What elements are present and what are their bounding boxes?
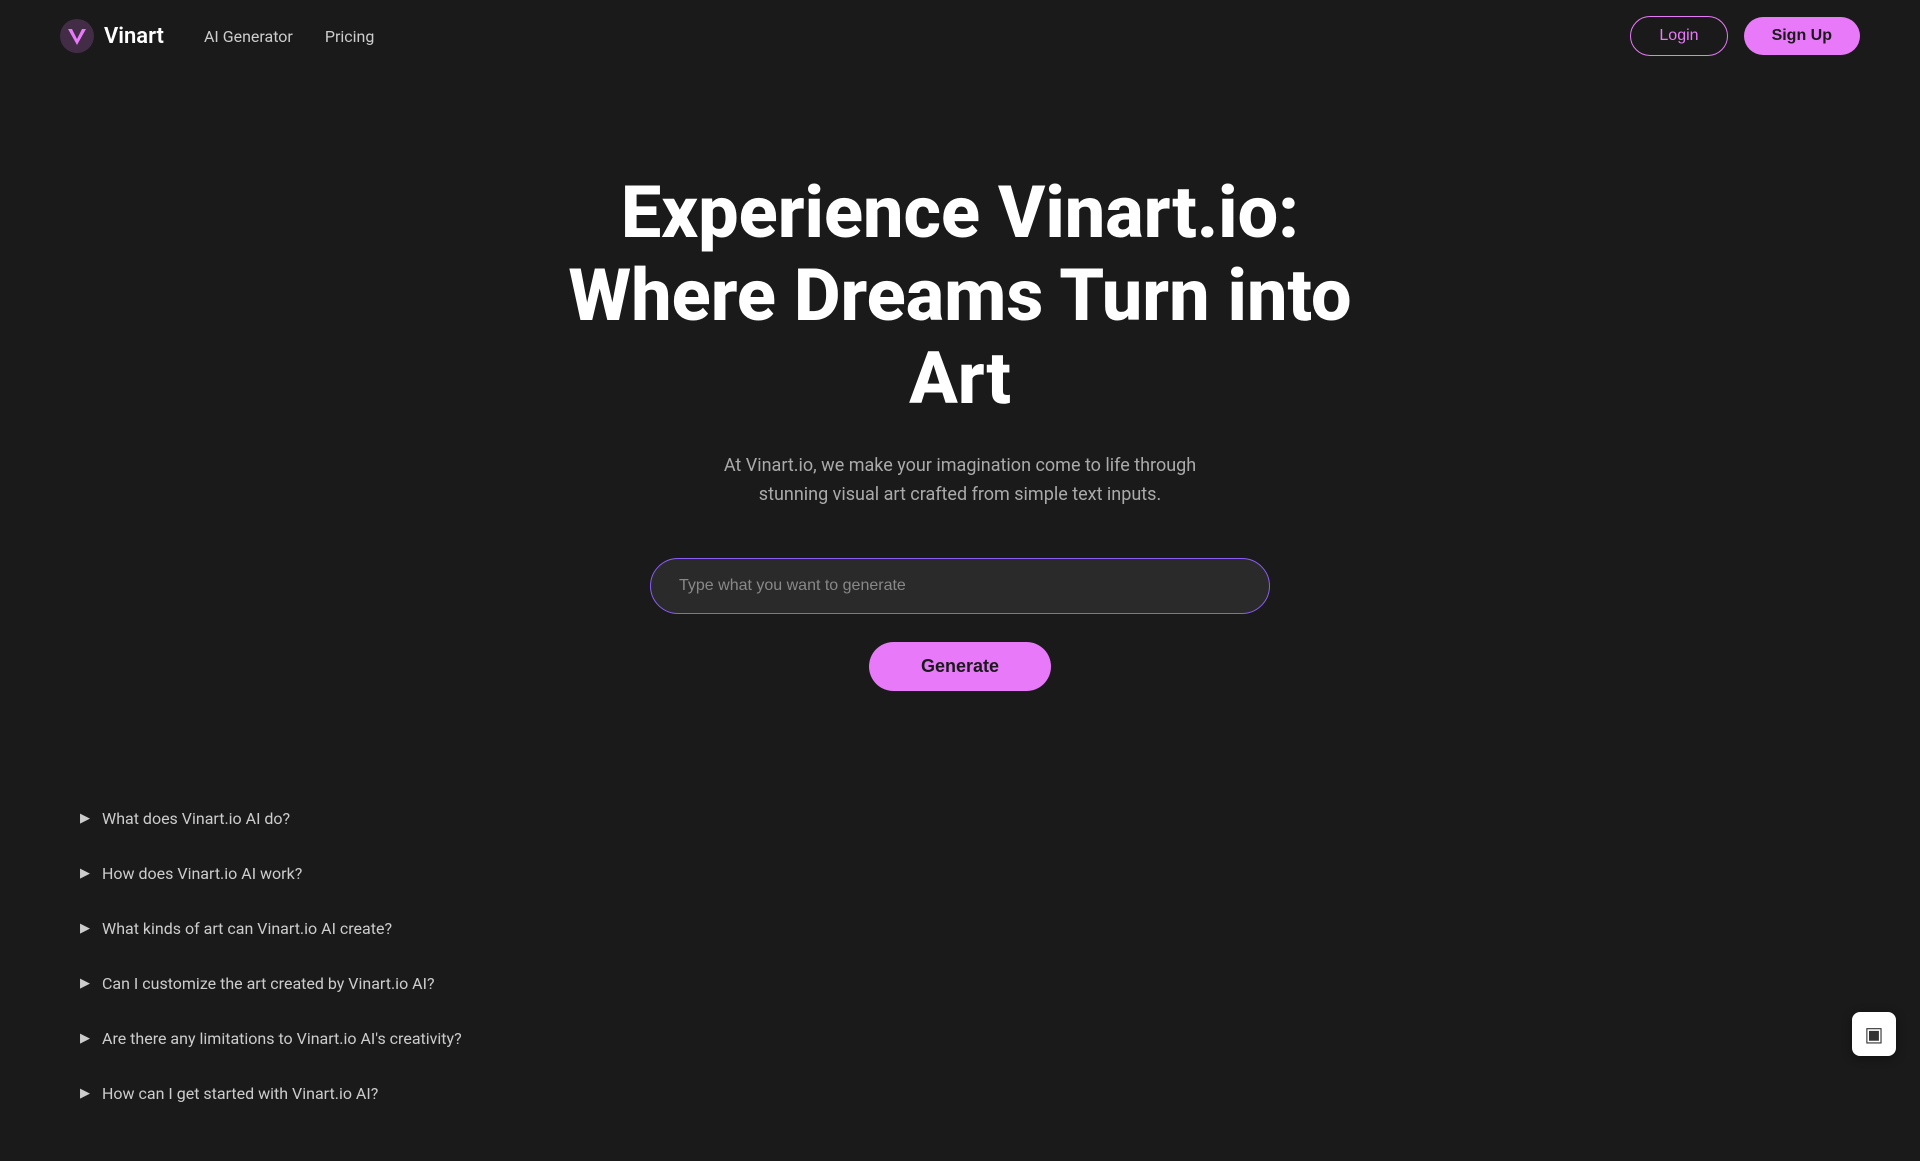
faq-item-4[interactable]: ▶ Can I customize the art created by Vin… <box>80 956 1840 1011</box>
faq-arrow-3: ▶ <box>80 921 90 936</box>
chat-icon: ▣ <box>1865 1022 1884 1046</box>
navbar: Vinart AI Generator Pricing Login Sign U… <box>0 0 1920 72</box>
faq-item-3[interactable]: ▶ What kinds of art can Vinart.io AI cre… <box>80 901 1840 956</box>
faq-arrow-1: ▶ <box>80 811 90 826</box>
faq-arrow-6: ▶ <box>80 1086 90 1101</box>
faq-arrow-2: ▶ <box>80 866 90 881</box>
nav-links: AI Generator Pricing <box>204 27 374 46</box>
nav-left: Vinart AI Generator Pricing <box>60 19 374 53</box>
faq-text-3: What kinds of art can Vinart.io AI creat… <box>102 919 392 938</box>
generate-input[interactable] <box>650 558 1270 614</box>
input-area <box>650 558 1270 614</box>
logo-text: Vinart <box>104 24 164 49</box>
faq-text-1: What does Vinart.io AI do? <box>102 809 290 828</box>
faq-arrow-5: ▶ <box>80 1031 90 1046</box>
faq-arrow-4: ▶ <box>80 976 90 991</box>
nav-right: Login Sign Up <box>1630 16 1860 56</box>
faq-text-5: Are there any limitations to Vinart.io A… <box>102 1029 462 1048</box>
faq-text-4: Can I customize the art created by Vinar… <box>102 974 435 993</box>
login-button[interactable]: Login <box>1630 16 1727 56</box>
generate-button[interactable]: Generate <box>869 642 1051 691</box>
nav-link-ai-generator[interactable]: AI Generator <box>204 27 293 46</box>
hero-section: Experience Vinart.io: Where Dreams Turn … <box>0 72 1920 751</box>
faq-section: ▶ What does Vinart.io AI do? ▶ How does … <box>0 751 1920 1161</box>
logo[interactable]: Vinart <box>60 19 164 53</box>
signup-button[interactable]: Sign Up <box>1744 17 1860 55</box>
logo-icon <box>60 19 94 53</box>
faq-item-2[interactable]: ▶ How does Vinart.io AI work? <box>80 846 1840 901</box>
chat-widget[interactable]: ▣ <box>1852 1012 1896 1056</box>
hero-subtitle: At Vinart.io, we make your imagination c… <box>710 452 1210 510</box>
hero-title: Experience Vinart.io: Where Dreams Turn … <box>560 172 1360 420</box>
faq-item-6[interactable]: ▶ How can I get started with Vinart.io A… <box>80 1066 1840 1121</box>
faq-item-5[interactable]: ▶ Are there any limitations to Vinart.io… <box>80 1011 1840 1066</box>
faq-text-2: How does Vinart.io AI work? <box>102 864 302 883</box>
faq-item-1[interactable]: ▶ What does Vinart.io AI do? <box>80 791 1840 846</box>
faq-text-6: How can I get started with Vinart.io AI? <box>102 1084 378 1103</box>
nav-link-pricing[interactable]: Pricing <box>325 27 375 46</box>
